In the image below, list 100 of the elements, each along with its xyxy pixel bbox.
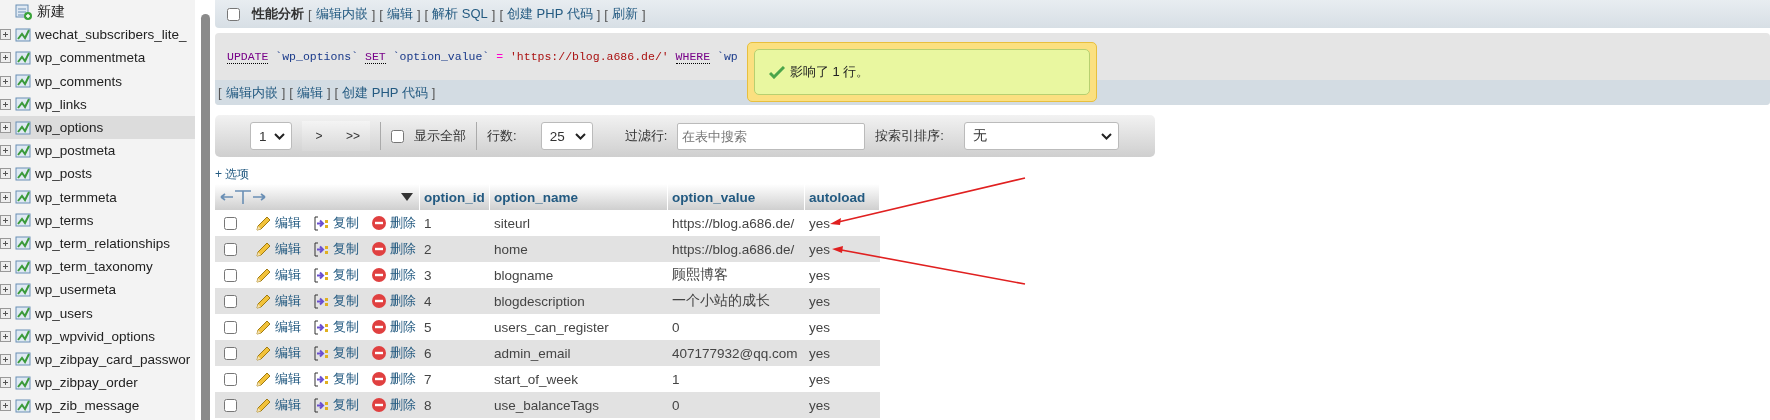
sidebar-item[interactable]: wp_zibpay_order bbox=[0, 371, 195, 395]
copy-link[interactable]: 复制 bbox=[313, 318, 359, 336]
next-button[interactable]: > bbox=[302, 121, 336, 151]
expand-icon[interactable] bbox=[0, 284, 11, 296]
pencil-icon bbox=[255, 370, 272, 388]
action-link[interactable]: 创建 PHP 代码 bbox=[342, 83, 428, 102]
sidebar-item[interactable]: 新建 bbox=[0, 0, 195, 24]
expand-icon[interactable] bbox=[0, 52, 11, 64]
rows-select[interactable]: 25 bbox=[540, 122, 593, 150]
copy-link[interactable]: 复制 bbox=[313, 266, 359, 284]
delete-link[interactable]: 删除 bbox=[371, 214, 416, 232]
row-checkbox[interactable] bbox=[224, 242, 237, 256]
sidebar-item[interactable]: wp_zib_message bbox=[0, 394, 195, 418]
copy-link[interactable]: 复制 bbox=[313, 240, 359, 258]
action-link[interactable]: 编辑 bbox=[386, 5, 413, 23]
sidebar-item[interactable]: wp_postmeta bbox=[0, 139, 195, 163]
expand-icon[interactable] bbox=[0, 98, 11, 110]
row-checkbox[interactable] bbox=[224, 216, 237, 230]
table-icon bbox=[15, 212, 31, 229]
options-link[interactable]: + 选项 bbox=[215, 164, 250, 184]
expand-icon[interactable] bbox=[0, 400, 11, 412]
check-icon bbox=[769, 65, 785, 79]
row-checkbox[interactable] bbox=[224, 320, 237, 334]
column-header[interactable]: option_value bbox=[668, 184, 805, 210]
last-button[interactable]: >> bbox=[336, 121, 370, 151]
copy-link[interactable]: 复制 bbox=[313, 292, 359, 310]
sidebar-item[interactable]: wp_term_relationships bbox=[0, 231, 195, 256]
expand-icon[interactable] bbox=[0, 330, 11, 342]
action-link[interactable]: 刷新 bbox=[611, 5, 638, 23]
sidebar-item[interactable]: wp_usermeta bbox=[0, 278, 195, 302]
sidebar-item[interactable]: wp_term_taxonomy bbox=[0, 255, 195, 279]
row-checkbox[interactable] bbox=[224, 372, 237, 386]
edit-link[interactable]: 编辑 bbox=[255, 396, 301, 414]
sidebar-item[interactable]: wp_wpvivid_options bbox=[0, 324, 195, 348]
expand-icon[interactable] bbox=[0, 75, 11, 87]
expand-icon[interactable] bbox=[0, 237, 11, 249]
expand-icon[interactable] bbox=[0, 214, 11, 226]
sidebar-item[interactable]: wechat_subscribers_lite_ bbox=[0, 23, 195, 47]
edit-link[interactable]: 编辑 bbox=[255, 344, 301, 362]
row-checkbox[interactable] bbox=[224, 398, 237, 412]
action-link[interactable]: 创建 PHP 代码 bbox=[507, 5, 593, 23]
sort-icon[interactable] bbox=[401, 193, 413, 201]
sort-select[interactable]: 无 bbox=[963, 122, 1119, 150]
column-header[interactable]: autoload bbox=[805, 184, 880, 210]
column-header[interactable]: option_id bbox=[420, 184, 490, 210]
action-link[interactable]: 编辑内嵌 bbox=[225, 83, 278, 102]
sidebar-item[interactable]: wp_terms bbox=[0, 208, 195, 232]
page-select[interactable]: 1 bbox=[250, 122, 292, 150]
sidebar-item[interactable]: wp_commentmeta bbox=[0, 46, 195, 70]
expand-icon[interactable] bbox=[0, 168, 11, 180]
delete-link[interactable]: 删除 bbox=[371, 396, 416, 414]
edit-link[interactable]: 编辑 bbox=[255, 266, 301, 284]
row-checkbox[interactable] bbox=[224, 294, 237, 308]
expand-icon[interactable] bbox=[0, 122, 11, 134]
sidebar-item[interactable]: wp_options bbox=[0, 115, 195, 140]
filter-field[interactable]: 在表中搜索 bbox=[677, 122, 866, 150]
delete-link[interactable]: 删除 bbox=[371, 266, 416, 284]
edit-link[interactable]: 编辑 bbox=[255, 240, 301, 258]
expand-icon[interactable] bbox=[0, 191, 11, 203]
expand-icon[interactable] bbox=[0, 145, 11, 157]
edit-link[interactable]: 编辑 bbox=[255, 292, 301, 310]
sidebar-item[interactable]: wp_zibpay_card_passwor bbox=[0, 347, 195, 371]
expand-icon[interactable] bbox=[0, 261, 11, 273]
edit-link[interactable]: 编辑 bbox=[255, 318, 301, 336]
sidebar-item[interactable]: wp_posts bbox=[0, 162, 195, 186]
row-checkbox[interactable] bbox=[224, 268, 237, 282]
delete-link[interactable]: 删除 bbox=[371, 318, 416, 336]
copy-link[interactable]: 复制 bbox=[313, 370, 359, 388]
delete-link[interactable]: 删除 bbox=[371, 344, 416, 362]
bracket: [ bbox=[334, 85, 339, 100]
copy-link[interactable]: 复制 bbox=[313, 214, 359, 232]
copy-link[interactable]: 复制 bbox=[313, 344, 359, 362]
delete-link[interactable]: 删除 bbox=[371, 370, 416, 388]
action-link[interactable]: 编辑内嵌 bbox=[315, 5, 368, 23]
action-link[interactable]: 解析 SQL bbox=[432, 5, 488, 23]
expand-icon[interactable] bbox=[0, 29, 11, 41]
sidebar-item[interactable]: wp_termmeta bbox=[0, 185, 195, 209]
edit-link[interactable]: 编辑 bbox=[255, 214, 301, 232]
copy-icon bbox=[313, 318, 330, 336]
bracket: ] bbox=[596, 6, 601, 22]
sidebar-item[interactable]: wp_users bbox=[0, 301, 195, 325]
profiling-checkbox[interactable] bbox=[227, 7, 240, 21]
show-all-checkbox[interactable] bbox=[391, 129, 404, 143]
delete-link[interactable]: 删除 bbox=[371, 240, 416, 258]
row-checkbox[interactable] bbox=[224, 346, 237, 360]
sidebar-item[interactable]: wp_links bbox=[0, 92, 195, 116]
expand-icon[interactable] bbox=[0, 353, 11, 365]
column-resize-icon[interactable] bbox=[219, 189, 267, 205]
table-cell: yes bbox=[809, 241, 830, 257]
expand-icon[interactable] bbox=[0, 377, 11, 389]
edit-link[interactable]: 编辑 bbox=[255, 370, 301, 388]
sidebar-item[interactable]: wp_comments bbox=[0, 69, 195, 93]
expand-icon[interactable] bbox=[0, 307, 11, 319]
delete-link[interactable]: 删除 bbox=[371, 292, 416, 310]
scrollbar-thumb[interactable] bbox=[200, 14, 210, 420]
action-link[interactable]: 编辑 bbox=[296, 83, 323, 102]
column-header[interactable]: option_name bbox=[490, 184, 668, 210]
copy-link[interactable]: 复制 bbox=[313, 396, 359, 414]
copy-icon bbox=[313, 266, 330, 284]
table-cell: 顾熙博客 bbox=[672, 266, 728, 284]
